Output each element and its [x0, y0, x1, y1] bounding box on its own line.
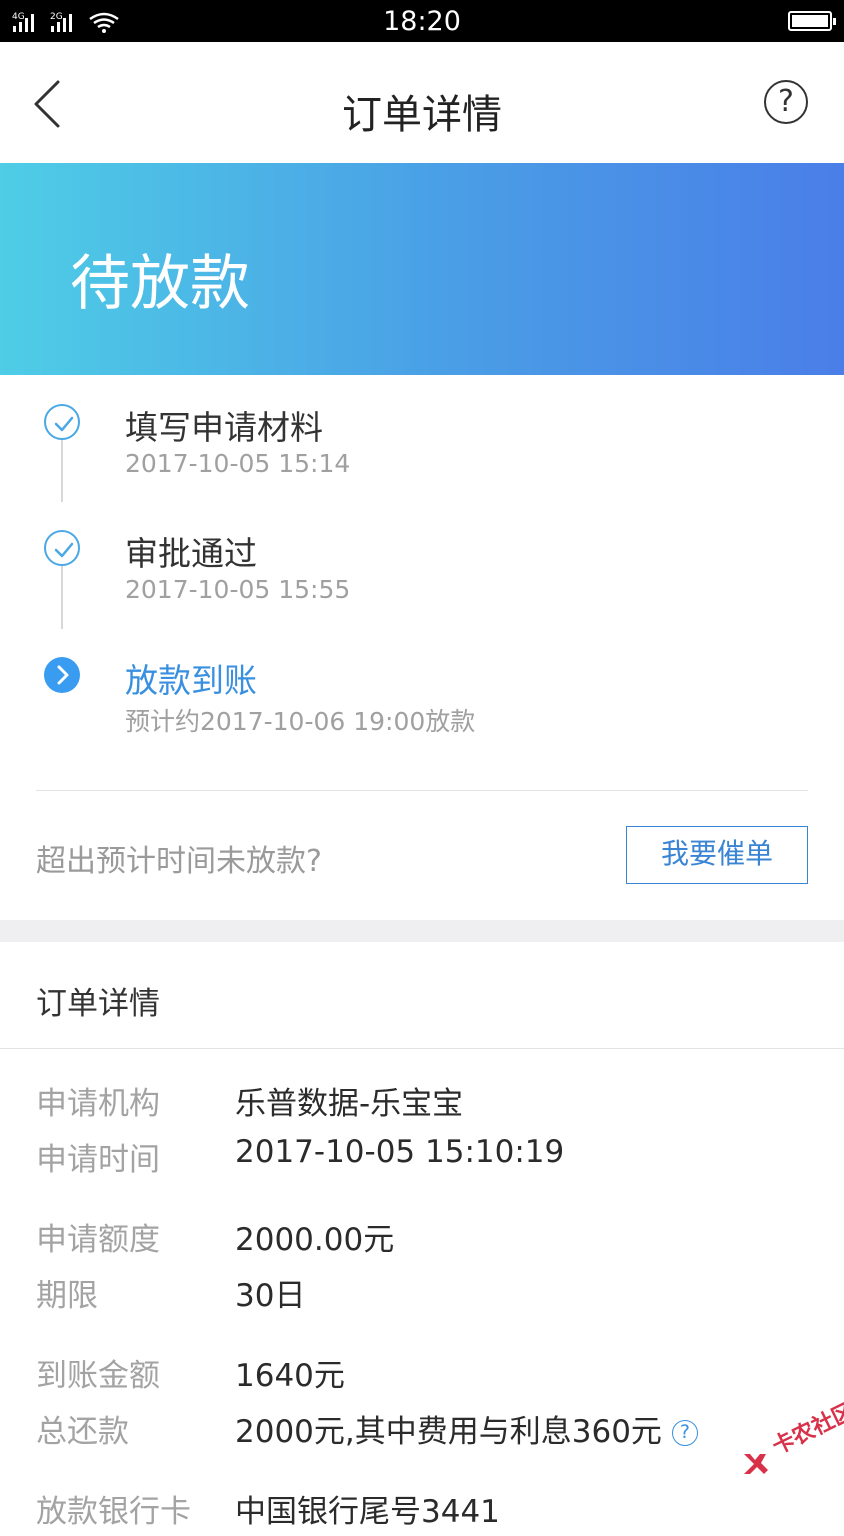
detail-row: 总还款 2000元,其中费用与利息360元? [0, 1406, 844, 1456]
step-label: 填写申请材料 [125, 408, 323, 447]
detail-row: 申请额度 2000.00元 [0, 1214, 844, 1264]
step-time: 2017-10-05 15:55 [125, 575, 351, 604]
detail-label: 放款银行卡 [36, 1494, 191, 1530]
timeline-step-active: 放款到账 预计约2017-10-06 19:00放款 [0, 642, 844, 752]
detail-label: 申请额度 [36, 1222, 160, 1258]
check-circle-icon [44, 530, 80, 566]
check-circle-icon [44, 404, 80, 440]
detail-label: 到账金额 [36, 1358, 160, 1394]
detail-row: 申请机构 乐普数据-乐宝宝 [0, 1078, 844, 1128]
total-repayment-text: 2000元,其中费用与利息360元 [235, 1414, 662, 1450]
section-separator [0, 920, 844, 942]
detail-value: 30日 [235, 1278, 306, 1314]
timeline-step: 填写申请材料 2017-10-05 15:14 [0, 389, 844, 499]
status-title: 待放款 [70, 249, 250, 319]
detail-row: 申请时间 2017-10-05 15:10:19 [0, 1134, 844, 1184]
detail-value: 2000元,其中费用与利息360元? [235, 1406, 698, 1451]
page-title: 订单详情 [342, 92, 502, 138]
timeline-step: 审批通过 2017-10-05 15:55 [0, 515, 844, 625]
detail-row: 到账金额 1640元 [0, 1350, 844, 1400]
watermark-logo: 卡农社区 [740, 1399, 844, 1480]
detail-label: 总还款 [36, 1414, 129, 1450]
divider [0, 1048, 844, 1049]
step-label: 审批通过 [125, 534, 257, 573]
status-time: 18:20 [383, 6, 461, 37]
section-title: 订单详情 [36, 986, 160, 1022]
status-banner: 待放款 [0, 163, 844, 375]
detail-value: 2017-10-05 15:10:19 [235, 1134, 565, 1170]
watermark-logo-icon [744, 1454, 768, 1474]
detail-value: 1640元 [235, 1358, 345, 1394]
progress-timeline: 填写申请材料 2017-10-05 15:14 审批通过 2017-10-05 … [0, 375, 844, 785]
watermark-text: 卡农社区 [768, 1398, 844, 1460]
detail-value: 乐普数据-乐宝宝 [235, 1086, 464, 1122]
step-label: 放款到账 [125, 661, 257, 700]
detail-label: 期限 [36, 1278, 98, 1314]
detail-row: 放款银行卡 中国银行尾号3441 [0, 1486, 844, 1536]
detail-row: 期限 30日 [0, 1270, 844, 1320]
step-time: 预计约2017-10-06 19:00放款 [125, 707, 476, 736]
help-button[interactable]: ? [764, 80, 808, 124]
divider [36, 790, 808, 791]
nav-bar: 订单详情 ? [0, 42, 844, 163]
step-time: 2017-10-05 15:14 [125, 449, 351, 478]
status-bar: 4G 2G 18:20 [0, 0, 844, 42]
info-icon[interactable]: ? [671, 1420, 698, 1446]
detail-value: 中国银行尾号3441 [235, 1494, 500, 1530]
detail-label: 申请机构 [36, 1086, 160, 1122]
urge-order-button[interactable]: 我要催单 [626, 826, 808, 884]
question-circle-icon: ? [778, 84, 794, 119]
detail-value: 2000.00元 [235, 1222, 395, 1258]
chevron-right-circle-icon [44, 657, 80, 693]
detail-label: 申请时间 [36, 1142, 160, 1178]
overdue-prompt: 超出预计时间未放款? [36, 844, 322, 879]
battery-icon [788, 11, 836, 31]
